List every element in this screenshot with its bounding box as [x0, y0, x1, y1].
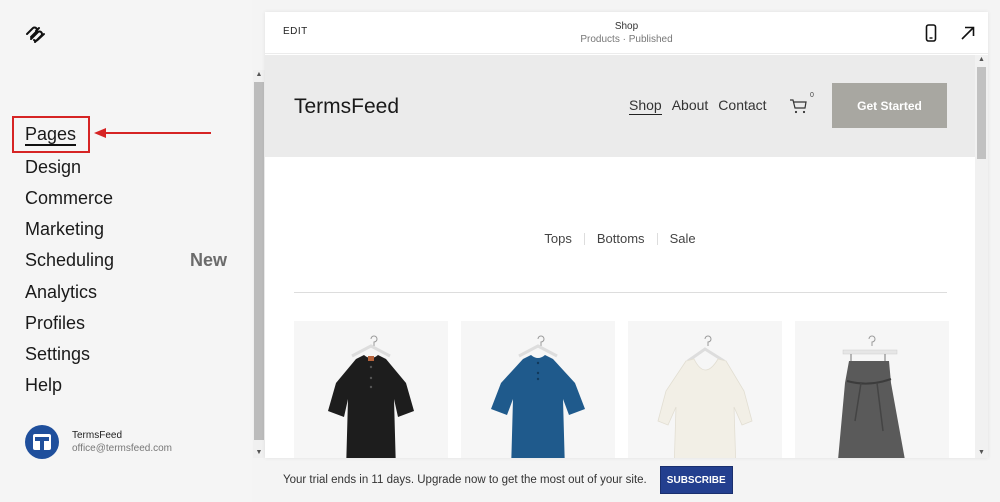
page-status: Products · Published	[580, 34, 673, 45]
open-external-icon[interactable]	[958, 24, 978, 42]
account-email: office@termsfeed.com	[72, 443, 173, 454]
sidebar-item-label: Commerce	[25, 187, 114, 208]
product-grid	[294, 321, 949, 458]
sidebar-item-label: Settings	[25, 343, 91, 364]
category-tops[interactable]: Tops	[544, 231, 571, 246]
site-nav-contact[interactable]: Contact	[718, 97, 766, 115]
trial-banner: Your trial ends in 11 days. Upgrade now …	[265, 458, 1000, 502]
sidebar-nav: Pages Design Commerce Marketing Scheduli…	[25, 120, 235, 401]
site-preview-frame: EDIT Shop Products · Published TermsFeed…	[265, 12, 988, 458]
divider	[583, 232, 585, 245]
subscribe-button[interactable]: SUBSCRIBE	[659, 466, 733, 494]
sidebar-item-commerce[interactable]: Commerce	[25, 182, 235, 213]
scrollbar-thumb[interactable]	[977, 67, 986, 159]
grey-skirt-image	[838, 335, 905, 458]
scroll-up-icon[interactable]: ▲	[253, 70, 265, 80]
category-filter: Tops Bottoms Sale	[265, 231, 975, 246]
sidebar-item-profiles[interactable]: Profiles	[25, 307, 235, 338]
preview-scrollbar[interactable]: ▲ ▼	[975, 55, 988, 458]
mobile-view-icon[interactable]	[921, 24, 941, 42]
squarespace-logo-icon[interactable]	[24, 24, 48, 44]
sidebar-item-label: Profiles	[25, 312, 86, 333]
avatar	[25, 425, 59, 459]
sidebar-item-label: Marketing	[25, 219, 105, 240]
site-logo[interactable]: TermsFeed	[294, 95, 399, 119]
product-card-white-top[interactable]	[628, 321, 782, 458]
sidebar-item-settings[interactable]: Settings	[25, 338, 235, 369]
cart-icon[interactable]	[789, 97, 809, 115]
sidebar-item-label: Design	[25, 156, 82, 177]
scrollbar-thumb[interactable]	[254, 82, 264, 440]
new-badge: New	[189, 249, 227, 270]
account-name: TermsFeed	[72, 430, 123, 441]
product-card-grey-skirt[interactable]	[795, 321, 949, 458]
category-sale[interactable]: Sale	[670, 231, 696, 246]
sidebar-item-label: Help	[25, 375, 63, 396]
page-info: Shop Products · Published	[265, 20, 988, 46]
scroll-up-icon[interactable]: ▲	[975, 55, 988, 65]
sidebar-item-pages[interactable]: Pages	[25, 120, 235, 151]
white-top-image	[657, 335, 753, 458]
site-nav-about[interactable]: About	[672, 97, 709, 115]
section-divider	[294, 292, 947, 293]
blue-top-image	[491, 335, 585, 458]
sidebar-item-label: Pages	[25, 124, 77, 147]
site-header: TermsFeed Shop About Contact 0 Get Start…	[265, 55, 975, 157]
product-card-blue-top[interactable]	[461, 321, 615, 458]
sidebar-item-marketing[interactable]: Marketing	[25, 214, 235, 245]
app-root: Pages Design Commerce Marketing Scheduli…	[0, 0, 1000, 502]
divider	[656, 232, 658, 245]
sidebar-item-label: Analytics	[25, 281, 98, 302]
sidebar-scrollbar[interactable]: ▲ ▼	[253, 70, 265, 458]
site-nav: Shop About Contact	[629, 97, 767, 115]
preview-toolbar: EDIT Shop Products · Published	[265, 12, 988, 54]
sidebar-item-analytics[interactable]: Analytics	[25, 276, 235, 307]
website-preview: TermsFeed Shop About Contact 0 Get Start…	[265, 55, 975, 458]
sidebar-item-label: Scheduling	[25, 250, 115, 271]
scroll-down-icon[interactable]: ▼	[253, 448, 265, 458]
product-card-black-top[interactable]	[294, 321, 448, 458]
termsfeed-logo-icon	[33, 434, 51, 450]
trial-message: Your trial ends in 11 days. Upgrade now …	[283, 474, 647, 486]
sidebar: Pages Design Commerce Marketing Scheduli…	[0, 0, 252, 502]
get-started-button[interactable]: Get Started	[832, 83, 947, 128]
cart-count: 0	[810, 92, 814, 99]
sidebar-item-design[interactable]: Design	[25, 151, 235, 182]
black-top-image	[328, 335, 414, 458]
category-bottoms[interactable]: Bottoms	[597, 231, 645, 246]
site-nav-shop[interactable]: Shop	[629, 97, 662, 115]
account-profile[interactable]: TermsFeed office@termsfeed.com	[25, 425, 172, 459]
sidebar-item-scheduling[interactable]: Scheduling New	[25, 245, 235, 276]
page-title: Shop	[614, 21, 639, 32]
scroll-down-icon[interactable]: ▼	[975, 448, 988, 458]
sidebar-item-help[interactable]: Help	[25, 370, 235, 401]
